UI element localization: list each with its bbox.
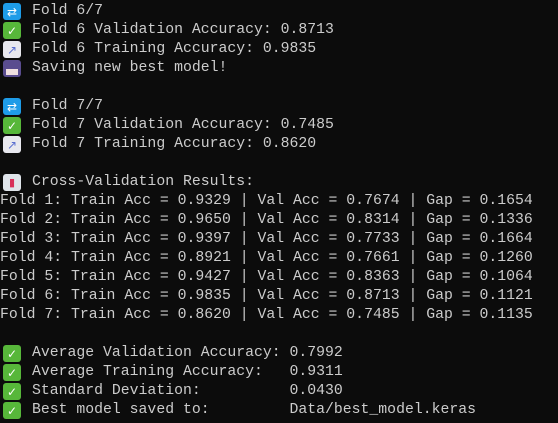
fold7-header-line: ⇄ Fold 7/7 <box>0 97 558 116</box>
repeat-icon: ⇄ <box>3 3 21 20</box>
summary-line: ✓ Best model saved to: Data/best_model.ke… <box>0 401 558 420</box>
check-mark-icon: ✓ <box>3 117 21 134</box>
check-mark-icon: ✓ <box>3 383 21 400</box>
result-row: Fold 6: Train Acc = 0.9835 | Val Acc = 0… <box>0 288 533 304</box>
check-mark-icon: ✓ <box>3 364 21 381</box>
best-model-path: Best model saved to: Data/best_model.ker… <box>32 402 476 418</box>
result-row: Fold 3: Train Acc = 0.9397 | Val Acc = 0… <box>0 231 533 247</box>
results-title-line: ▮ Cross-Validation Results: <box>0 173 558 192</box>
average-validation-accuracy: Average Validation Accuracy: 0.7992 <box>32 345 343 361</box>
fold-header: Fold 6/7 <box>32 3 104 19</box>
check-mark-icon: ✓ <box>3 345 21 362</box>
repeat-icon: ⇄ <box>3 98 21 115</box>
summary-line: ✓ Average Training Accuracy: 0.9311 <box>0 363 558 382</box>
bar-chart-icon: ▮ <box>3 174 21 191</box>
fold7-val-line: ✓ Fold 7 Validation Accuracy: 0.7485 <box>0 116 558 135</box>
validation-accuracy: Fold 6 Validation Accuracy: 0.8713 <box>32 22 334 38</box>
result-row: Fold 7: Train Acc = 0.8620 | Val Acc = 0… <box>0 307 533 323</box>
result-row: Fold 1: Train Acc = 0.9329 | Val Acc = 0… <box>0 193 533 209</box>
summary-line: ✓ Standard Deviation: 0.0430 <box>0 382 558 401</box>
fold6-val-line: ✓ Fold 6 Validation Accuracy: 0.8713 <box>0 21 558 40</box>
validation-accuracy: Fold 7 Validation Accuracy: 0.7485 <box>32 117 334 133</box>
result-row: Fold 2: Train Acc = 0.9650 | Val Acc = 0… <box>0 212 533 228</box>
fold6-train-line: ↗ Fold 6 Training Accuracy: 0.9835 <box>0 40 558 59</box>
result-row: Fold 4: Train Acc = 0.8921 | Val Acc = 0… <box>0 250 533 266</box>
fold6-save-line: Saving new best model! <box>0 59 558 78</box>
average-training-accuracy: Average Training Accuracy: 0.9311 <box>32 364 343 380</box>
training-accuracy: Fold 6 Training Accuracy: 0.9835 <box>32 41 317 57</box>
summary-line: ✓ Average Validation Accuracy: 0.7992 <box>0 344 558 363</box>
check-mark-icon: ✓ <box>3 22 21 39</box>
check-mark-icon: ✓ <box>3 402 21 419</box>
chart-increasing-icon: ↗ <box>3 136 21 153</box>
fold7-train-line: ↗ Fold 7 Training Accuracy: 0.8620 <box>0 135 558 154</box>
floppy-disk-icon <box>3 60 21 77</box>
results-title: Cross-Validation Results: <box>32 174 254 190</box>
fold6-header-line: ⇄ Fold 6/7 <box>0 2 558 21</box>
chart-increasing-icon: ↗ <box>3 41 21 58</box>
result-row: Fold 5: Train Acc = 0.9427 | Val Acc = 0… <box>0 269 533 285</box>
standard-deviation: Standard Deviation: 0.0430 <box>32 383 343 399</box>
save-message: Saving new best model! <box>32 60 228 76</box>
fold-header: Fold 7/7 <box>32 98 104 114</box>
terminal-output: ⇄ Fold 6/7 ✓ Fold 6 Validation Accuracy: 0… <box>0 2 558 420</box>
training-accuracy: Fold 7 Training Accuracy: 0.8620 <box>32 136 317 152</box>
